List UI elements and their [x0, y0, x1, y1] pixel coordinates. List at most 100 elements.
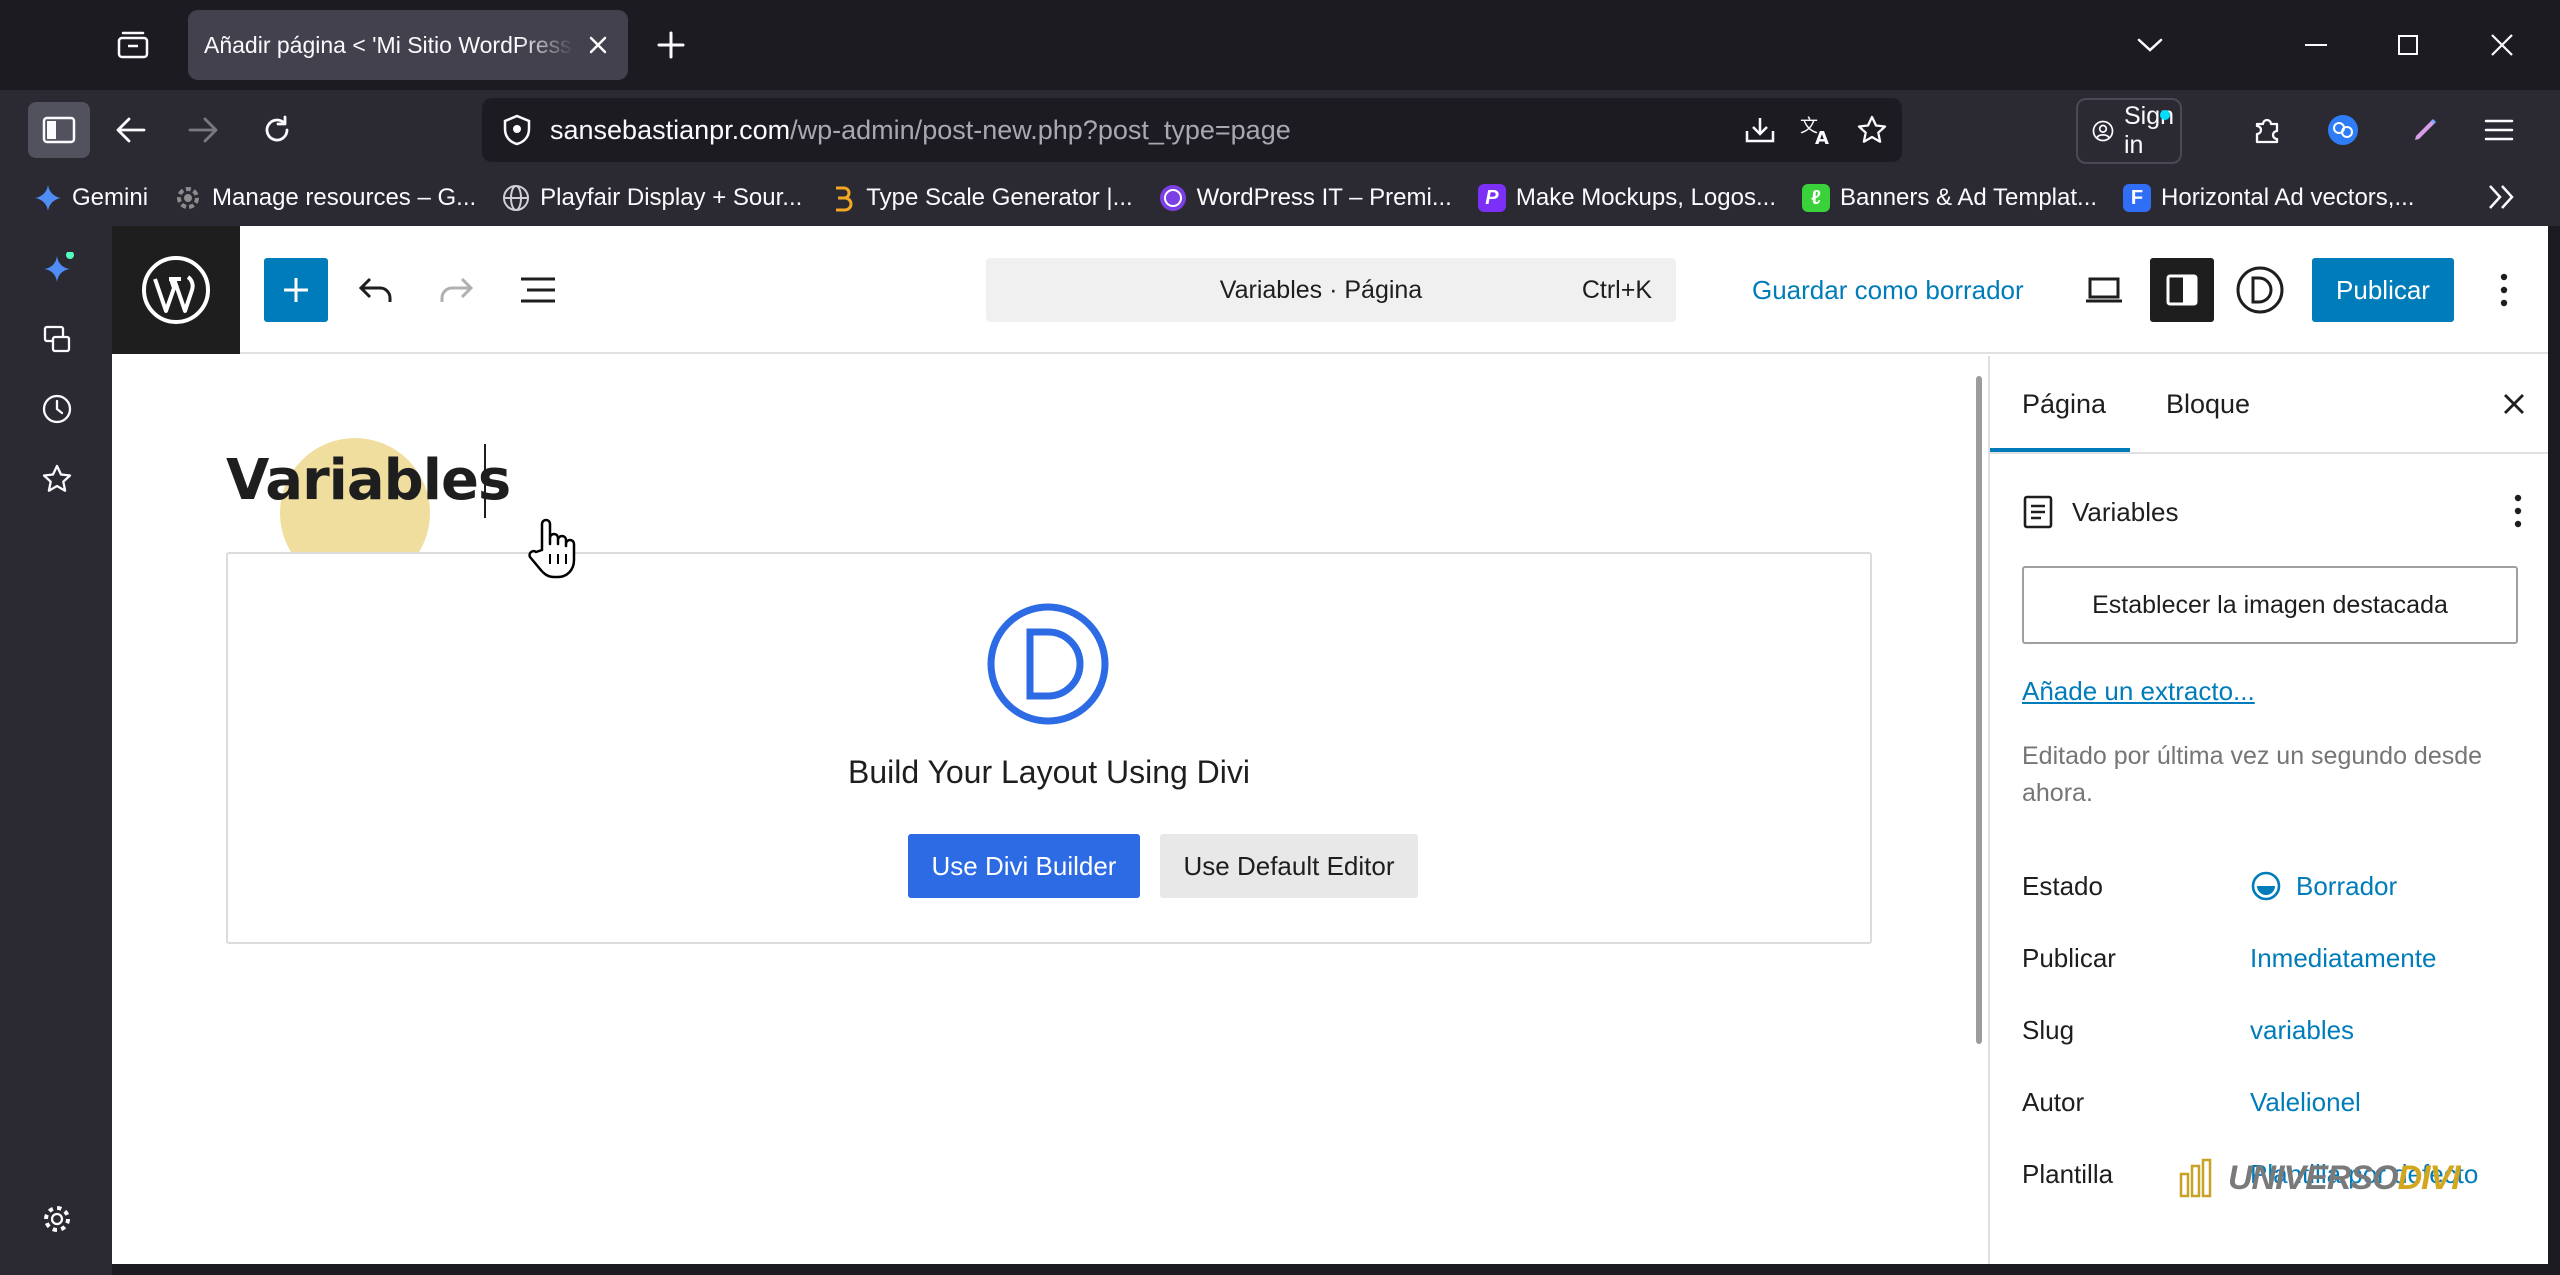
page-icon: [2023, 495, 2053, 529]
editor-canvas[interactable]: Variables Build Your Layout Using Divi U…: [112, 356, 1988, 1264]
bookmarks-sidebar-button[interactable]: [34, 456, 80, 502]
document-name: Variables: [2072, 496, 2179, 527]
history-button[interactable]: [34, 386, 80, 432]
svg-text:A: A: [1815, 128, 1829, 146]
bookmark-type-scale[interactable]: Type Scale Generator |...: [828, 184, 1133, 212]
synced-tabs-icon: [43, 325, 71, 353]
slug-value[interactable]: variables: [2250, 1015, 2354, 1046]
url-bar[interactable]: sansebastianpr.com/wp-admin/post-new.php…: [482, 98, 1902, 162]
extensions-button[interactable]: [2236, 102, 2298, 158]
arrow-right-icon: [188, 117, 218, 143]
sign-in-button[interactable]: Sign in: [2076, 98, 2182, 164]
bookmark-manage-resources[interactable]: Manage resources – G...: [174, 184, 476, 212]
undo-icon: [358, 277, 392, 302]
color-picker-button[interactable]: [2394, 102, 2456, 158]
new-tab-button[interactable]: [646, 22, 696, 68]
minimize-button[interactable]: [2286, 20, 2346, 70]
publish-button[interactable]: Publicar: [2312, 258, 2454, 322]
status-value[interactable]: Borrador: [2250, 870, 2397, 902]
bookmark-banners[interactable]: ℓ Banners & Ad Templat...: [1801, 184, 2097, 212]
double-chevron-right-icon: [2489, 185, 2514, 209]
divi-heading: Build Your Layout Using Divi: [847, 754, 1250, 790]
divi-icon: [2236, 266, 2284, 314]
close-icon: [2504, 394, 2524, 414]
bookmarks-toolbar: Gemini Manage resources – G... Playfair …: [0, 170, 2560, 226]
gemini-sidebar-icon: [44, 252, 74, 282]
more-bookmarks-button[interactable]: [2486, 182, 2518, 212]
divi-button[interactable]: [2228, 258, 2292, 322]
text-caret: [484, 444, 486, 518]
save-draft-button[interactable]: Guardar como borrador: [1752, 258, 2024, 322]
bookmark-wordpress-it[interactable]: WordPress IT – Premi...: [1159, 184, 1452, 212]
app-menu-button[interactable]: [2468, 102, 2530, 158]
navigation-bar: sansebastianpr.com/wp-admin/post-new.php…: [0, 90, 2560, 170]
set-featured-image-button[interactable]: Establecer la imagen destacada: [2022, 566, 2518, 644]
redo-button[interactable]: [424, 258, 488, 322]
freepik-icon: F: [2123, 184, 2152, 212]
star-icon: [42, 464, 72, 492]
sidebar-toggle-button[interactable]: [28, 102, 90, 158]
post-title-input[interactable]: Variables: [226, 448, 511, 513]
tab-title: Añadir página < 'Mi Sitio WordPress: [204, 31, 572, 58]
tab-page[interactable]: Página: [2022, 356, 2106, 452]
bookmark-playfair-display[interactable]: Playfair Display + Sour...: [502, 184, 802, 212]
active-tab[interactable]: Añadir página < 'Mi Sitio WordPress: [188, 10, 628, 80]
document-title: Variables · Página: [1219, 275, 1423, 304]
translate-icon[interactable]: 文A: [1794, 110, 1838, 150]
synced-tabs-button[interactable]: [34, 316, 80, 362]
bookmark-horizontal-ad[interactable]: F Horizontal Ad vectors,...: [2123, 184, 2414, 212]
close-settings-button[interactable]: [2488, 378, 2540, 430]
list-all-tabs-button[interactable]: [2120, 20, 2180, 70]
use-default-editor-button[interactable]: Use Default Editor: [1160, 834, 1418, 898]
bookmark-make-mockups[interactable]: P Make Mockups, Logos...: [1477, 184, 1776, 212]
close-window-button[interactable]: [2472, 20, 2532, 70]
document-summary: Variables: [2022, 486, 2522, 538]
forward-button[interactable]: [172, 102, 234, 158]
maximize-button[interactable]: [2378, 20, 2438, 70]
add-excerpt-link[interactable]: Añade un extracto...: [2022, 676, 2255, 707]
settings-tabs: Página Bloque: [1990, 356, 2548, 454]
preview-button[interactable]: [2072, 258, 2136, 322]
command-palette-bar[interactable]: Variables · Página Ctrl+K: [986, 258, 1676, 322]
divi-logo-icon: [987, 603, 1109, 725]
divi-builder-prompt: Build Your Layout Using Divi Use Divi Bu…: [226, 552, 1872, 944]
wordpress-it-icon: [1159, 185, 1186, 211]
desktop-preview-icon: [2086, 277, 2122, 303]
tab-bar: Añadir página < 'Mi Sitio WordPress: [0, 0, 2560, 90]
settings-toggle-button[interactable]: [2150, 258, 2214, 322]
save-page-icon[interactable]: [1738, 110, 1782, 150]
document-actions-icon[interactable]: [2514, 494, 2522, 528]
tab-list-button[interactable]: [108, 22, 158, 68]
publish-date-value[interactable]: Inmediatamente: [2250, 943, 2436, 974]
pen-icon: [2415, 118, 2437, 140]
back-button[interactable]: [100, 102, 162, 158]
draft-status-icon: [2251, 871, 2281, 901]
slug-row: Slug variables: [2022, 1014, 2355, 1046]
undo-button[interactable]: [344, 258, 408, 322]
notification-dot: [2160, 110, 2170, 120]
tab-close-icon[interactable]: [584, 31, 612, 59]
url-text: sansebastianpr.com/wp-admin/post-new.php…: [550, 114, 1291, 145]
bookmark-star-icon[interactable]: [1850, 110, 1894, 150]
use-divi-builder-button[interactable]: Use Divi Builder: [908, 834, 1140, 898]
account-icon: [2092, 120, 2114, 142]
reload-button[interactable]: [246, 102, 308, 158]
sidebar-settings-button[interactable]: [34, 1196, 80, 1242]
wordpress-logo-button[interactable]: [112, 226, 240, 354]
block-inserter-button[interactable]: [264, 258, 328, 322]
document-overview-button[interactable]: [506, 258, 570, 322]
plus-icon: [657, 31, 685, 59]
ai-chatbot-button[interactable]: [34, 246, 80, 292]
list-view-icon: [521, 277, 555, 303]
author-value[interactable]: Valelionel: [2250, 1087, 2361, 1118]
options-menu-button[interactable]: [2472, 258, 2536, 322]
canvas-scrollbar[interactable]: [1976, 376, 1982, 1044]
plus-icon: [284, 278, 308, 302]
tab-block[interactable]: Bloque: [2166, 356, 2250, 452]
minimize-icon: [2305, 44, 2327, 46]
reload-icon: [265, 115, 289, 142]
extension-translate-button[interactable]: [2312, 102, 2374, 158]
author-row: Autor Valelionel: [2022, 1086, 2361, 1118]
maximize-icon: [2398, 35, 2418, 55]
bookmark-gemini[interactable]: Gemini: [34, 184, 148, 212]
